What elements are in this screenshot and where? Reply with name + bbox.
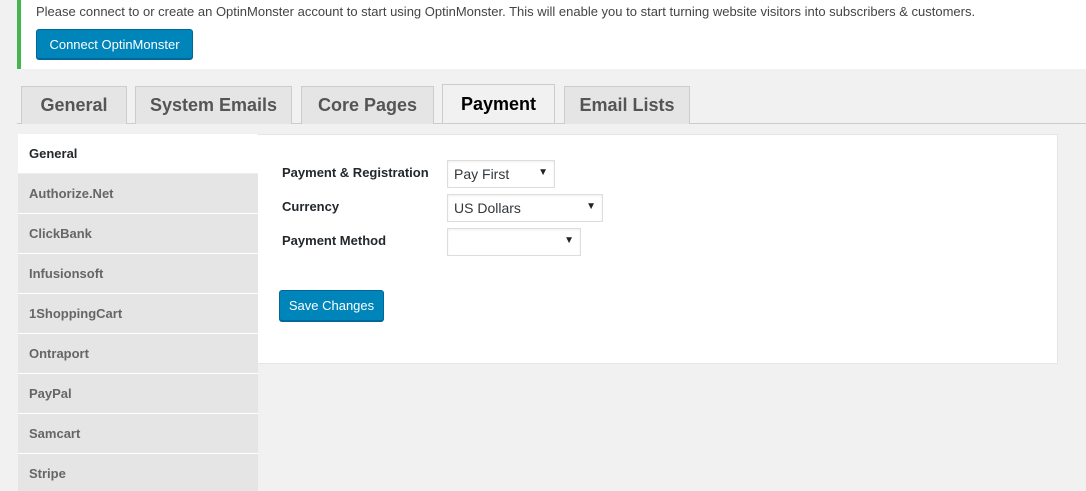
payment-registration-value: Pay First xyxy=(454,166,510,182)
save-changes-button[interactable]: Save Changes xyxy=(279,290,384,321)
currency-label: Currency xyxy=(282,199,340,214)
tab-payment[interactable]: Payment xyxy=(442,84,555,123)
dropdown-arrow-icon: ▼ xyxy=(538,167,548,178)
notice-text: Please connect to or create an OptinMons… xyxy=(36,4,976,19)
payment-settings-panel: Payment & Registration Pay First ▼ Curre… xyxy=(258,134,1058,364)
dropdown-arrow-icon: ▼ xyxy=(564,235,574,246)
payment-sidebar: General Authorize.Net ClickBank Infusion… xyxy=(18,134,258,491)
currency-value: US Dollars xyxy=(454,200,521,216)
connect-optinmonster-button[interactable]: Connect OptinMonster xyxy=(36,29,193,59)
tab-system-emails[interactable]: System Emails xyxy=(135,86,292,124)
tab-general[interactable]: General xyxy=(21,86,127,124)
tab-email-lists[interactable]: Email Lists xyxy=(564,86,690,124)
sidebar-item-authorize-net[interactable]: Authorize.Net xyxy=(18,174,258,214)
sidebar-item-ontraport[interactable]: Ontraport xyxy=(18,334,258,374)
sidebar-item-clickbank[interactable]: ClickBank xyxy=(18,214,258,254)
sidebar-item-general[interactable]: General xyxy=(18,134,258,174)
sidebar-item-stripe[interactable]: Stripe xyxy=(18,454,258,491)
payment-registration-label: Payment & Registration xyxy=(282,165,429,180)
sidebar-item-samcart[interactable]: Samcart xyxy=(18,414,258,454)
optinmonster-notice: Please connect to or create an OptinMons… xyxy=(17,0,1086,69)
sidebar-item-infusionsoft[interactable]: Infusionsoft xyxy=(18,254,258,294)
currency-select[interactable]: US Dollars ▼ xyxy=(447,194,603,222)
payment-method-select[interactable]: ▼ xyxy=(447,228,581,256)
tab-core-pages[interactable]: Core Pages xyxy=(301,86,434,124)
sidebar-item-paypal[interactable]: PayPal xyxy=(18,374,258,414)
payment-method-label: Payment Method xyxy=(282,233,387,248)
payment-registration-select[interactable]: Pay First ▼ xyxy=(447,160,555,188)
dropdown-arrow-icon: ▼ xyxy=(586,201,596,212)
sidebar-item-1shoppingcart[interactable]: 1ShoppingCart xyxy=(18,294,258,334)
